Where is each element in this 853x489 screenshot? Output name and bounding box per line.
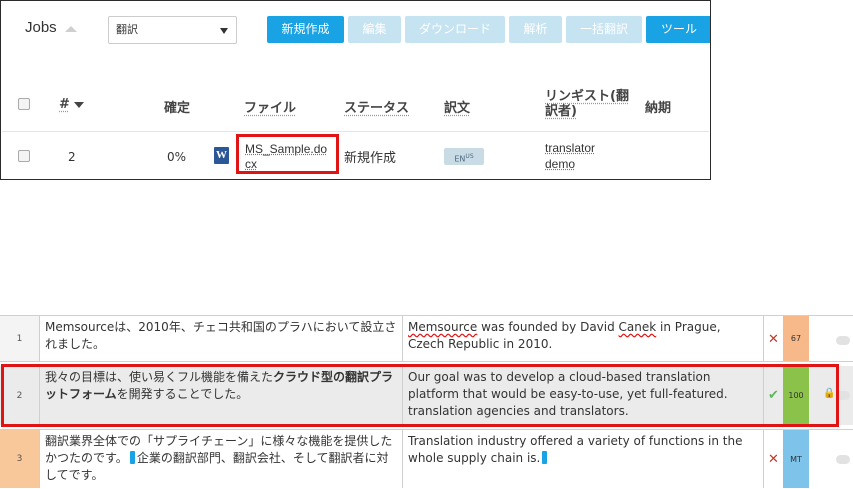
- highlight-box: [1, 364, 839, 427]
- column-header-status[interactable]: ステータス: [344, 97, 409, 116]
- unconfirmed-x-icon[interactable]: ✕: [765, 316, 782, 361]
- chevron-down-icon: [220, 28, 228, 34]
- target-word: Canek: [618, 320, 657, 334]
- file-name-link[interactable]: MS_Sample.docx: [236, 134, 339, 174]
- linguist-link[interactable]: translator demo: [545, 140, 595, 172]
- machine-translation-badge: MT: [783, 430, 809, 488]
- file-name: MS_Sample.docx: [245, 142, 328, 171]
- target-word: was founded by David: [477, 320, 619, 334]
- column-header-file[interactable]: ファイル: [244, 97, 296, 116]
- analyze-button[interactable]: 解析: [509, 16, 562, 43]
- inline-tag-icon[interactable]: [129, 451, 135, 464]
- sort-down-icon[interactable]: [74, 102, 84, 108]
- select-all-checkbox[interactable]: [18, 98, 30, 110]
- target-language-badge[interactable]: ENUS: [444, 148, 484, 165]
- target-fragment: Translation industry offered a variety o…: [408, 434, 743, 465]
- word-doc-icon: W: [214, 147, 229, 164]
- row-checkbox[interactable]: [18, 150, 30, 162]
- source-text: Memsourceは、2010年、チェコ共和国のプラハにおいて設立されました。: [41, 316, 403, 361]
- linguist-last: demo: [545, 157, 576, 171]
- jobs-panel: Jobs 翻訳 新規作成 編集 ダウンロード 解析 一括翻訳 ツール # 確定 …: [0, 0, 711, 180]
- batch-translate-button[interactable]: 一括翻訳: [566, 16, 642, 43]
- segment-number: 3: [0, 430, 40, 488]
- comment-icon[interactable]: [836, 455, 850, 464]
- target-text-editor[interactable]: Translation industry offered a variety o…: [404, 430, 764, 488]
- inline-tag-icon[interactable]: [542, 451, 548, 464]
- column-header-due: 納期: [645, 101, 672, 116]
- lang-code: EN: [454, 154, 466, 164]
- comment-icon[interactable]: [836, 336, 850, 345]
- job-num: 2: [68, 150, 76, 164]
- workflow-step-select[interactable]: 翻訳: [108, 16, 237, 44]
- segment-number: 1: [0, 316, 40, 361]
- job-confirmed: 0%: [167, 150, 187, 164]
- target-word: Memsource: [408, 320, 478, 334]
- sort-up-icon[interactable]: [65, 26, 77, 32]
- segment-row[interactable]: 3 翻訳業界全体での「サプライチェーン」に様々な機能を提供したかつたのです。 企業…: [0, 429, 853, 488]
- target-text-editor[interactable]: Memsource was founded by David Canek in …: [404, 316, 764, 361]
- edit-button[interactable]: 編集: [348, 16, 401, 43]
- linguist-first: translator: [545, 141, 596, 155]
- row-divider: [2, 131, 709, 132]
- new-job-button[interactable]: 新規作成: [267, 16, 344, 43]
- column-header-linguist[interactable]: リンギスト(翻訳者): [545, 89, 629, 119]
- workflow-step-value: 翻訳: [116, 23, 138, 36]
- unconfirmed-x-icon[interactable]: ✕: [765, 430, 782, 488]
- tm-match-score: 67: [783, 316, 809, 361]
- column-header-num[interactable]: #: [59, 97, 70, 112]
- job-status: 新規作成: [344, 151, 397, 166]
- segment-row[interactable]: 1 Memsourceは、2010年、チェコ共和国のプラハにおいて設立されました…: [0, 315, 853, 362]
- column-header-confirmed: 確定: [164, 101, 191, 116]
- lang-region: US: [465, 153, 474, 160]
- download-button[interactable]: ダウンロード: [405, 16, 505, 43]
- tools-button[interactable]: ツール: [646, 16, 710, 43]
- jobs-title: Jobs: [25, 19, 57, 36]
- column-header-translation[interactable]: 訳文: [444, 97, 470, 116]
- source-text: 翻訳業界全体での「サプライチェーン」に様々な機能を提供したかつたのです。 企業の翻…: [41, 430, 403, 488]
